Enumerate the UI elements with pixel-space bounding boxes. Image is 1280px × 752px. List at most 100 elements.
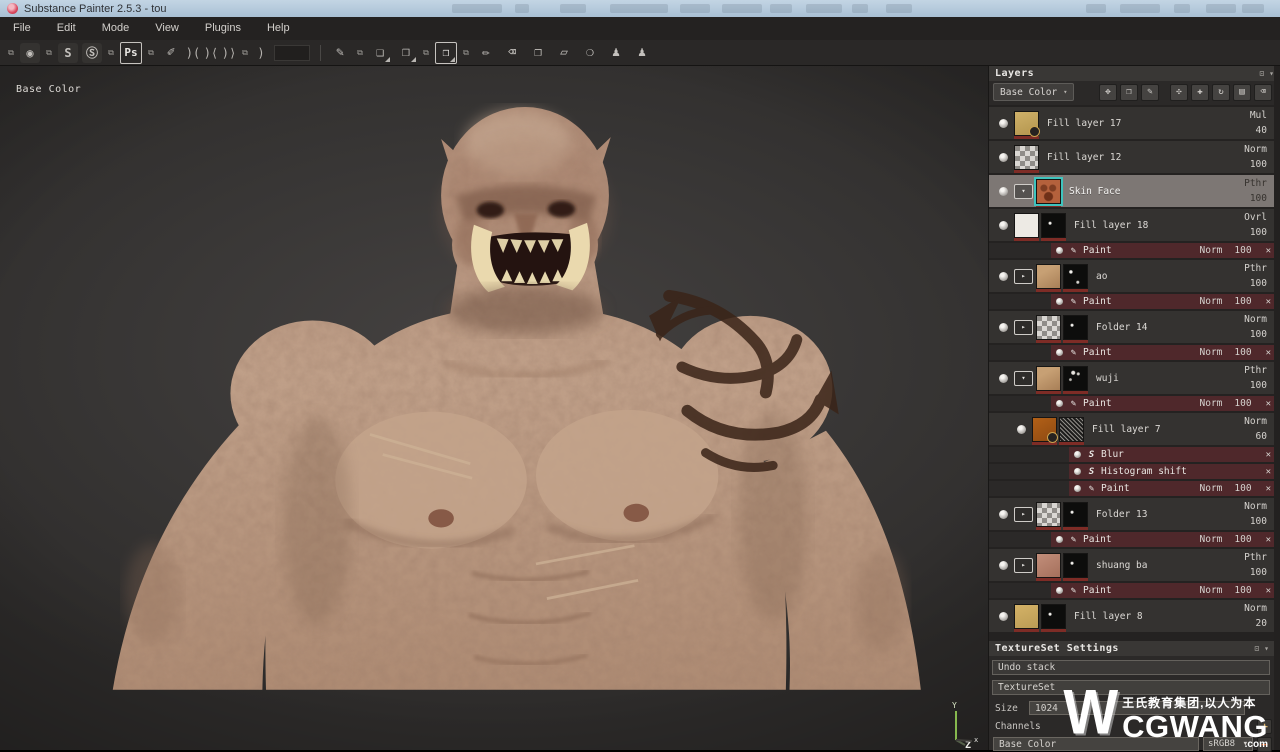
blend-opacity-column[interactable]: Mul 40	[1231, 107, 1275, 139]
layer-row-fill-layer-17[interactable]: Fill layer 17 Mul 40	[989, 107, 1275, 139]
value-field[interactable]	[274, 44, 310, 61]
eraser-tool-icon[interactable]: ⌫	[501, 43, 523, 63]
mask-thumbnail[interactable]	[1041, 603, 1066, 632]
perspective-camera-icon[interactable]: ❑	[369, 43, 391, 63]
menu-item-plugins[interactable]: Plugins	[192, 17, 254, 40]
effect-row-blur[interactable]: S Blur ✕	[1069, 447, 1275, 462]
titlebar[interactable]: Substance Painter 2.5.3 - tou	[0, 0, 1280, 17]
blend-opacity-column[interactable]: Norm 100	[1231, 141, 1275, 173]
mask-thumbnail[interactable]	[1063, 263, 1088, 292]
layer-thumbnail[interactable]	[1036, 552, 1061, 581]
blend-opacity-column[interactable]: Ovrl 100	[1231, 209, 1275, 241]
effect-row-paint[interactable]: ✎ Paint Norm 100 ✕	[1051, 532, 1275, 547]
material-picker-tool-icon[interactable]: ♟	[631, 43, 653, 63]
float-panel-icon[interactable]: ⊡	[1254, 644, 1259, 653]
mask-thumbnail[interactable]	[1063, 314, 1088, 343]
symmetry-icon-1[interactable]: )(	[185, 43, 201, 63]
stencil-icon[interactable]: )	[253, 43, 269, 63]
add-paint-layer-icon[interactable]: ✎	[1141, 83, 1159, 101]
float-panel-icon[interactable]: ⊡	[1259, 69, 1264, 78]
menu-item-edit[interactable]: Edit	[44, 17, 89, 40]
layer-row-fill-layer-18[interactable]: Fill layer 18 Ovrl 100	[989, 209, 1275, 241]
menu-item-file[interactable]: File	[0, 17, 44, 40]
blend-opacity-column[interactable]: Norm 100	[1231, 311, 1275, 343]
visibility-toggle[interactable]	[1074, 451, 1081, 458]
close-effect-icon[interactable]: ✕	[1266, 399, 1271, 409]
close-effect-icon[interactable]: ✕	[1266, 586, 1271, 596]
close-effect-icon[interactable]: ✕	[1266, 297, 1271, 307]
add-generator-icon[interactable]: ✚	[1191, 83, 1209, 101]
export-link-icon[interactable]: ⧉	[5, 47, 17, 59]
visibility-toggle[interactable]	[1074, 485, 1081, 492]
collapse-panel-icon[interactable]: ▾	[1264, 644, 1269, 653]
effect-row-paint[interactable]: ✎ Paint Norm 100 ✕	[1069, 481, 1275, 496]
visibility-toggle[interactable]	[999, 560, 1008, 570]
mask-thumbnail[interactable]	[1059, 416, 1084, 445]
layer-thumbnail[interactable]	[1014, 110, 1040, 139]
layer-thumbnail[interactable]	[1034, 176, 1063, 207]
blend-opacity-column[interactable]: Pthr 100	[1231, 175, 1275, 207]
mask-thumbnail[interactable]	[1063, 501, 1088, 530]
lazy-mouse-pen-icon[interactable]: ✐	[160, 43, 182, 63]
effect-row-paint[interactable]: ✎ Paint Norm 100 ✕	[1051, 243, 1275, 258]
clone-tool-icon[interactable]: ♟	[605, 43, 627, 63]
layer-thumbnail[interactable]	[1036, 314, 1061, 343]
add-fill-layer-icon[interactable]: ❒	[1120, 83, 1138, 101]
visibility-toggle[interactable]	[999, 373, 1008, 383]
visibility-toggle[interactable]	[999, 118, 1008, 128]
layer-row-ao[interactable]: ▸ ao Pthr 100	[989, 260, 1275, 292]
effect-row-paint[interactable]: ✎ Paint Norm 100 ✕	[1051, 345, 1275, 360]
paint-tool-icon[interactable]: ✏	[475, 43, 497, 63]
blend-opacity-column[interactable]: Norm 20	[1231, 600, 1275, 632]
viewport-3d[interactable]: Base Color Y Z x	[0, 66, 988, 750]
photoshop-export-icon[interactable]: Ps	[120, 41, 142, 64]
blend-opacity-column[interactable]: Norm 60	[1231, 413, 1275, 445]
visibility-toggle[interactable]	[1056, 587, 1063, 594]
visibility-toggle[interactable]	[999, 271, 1008, 281]
layer-thumbnail[interactable]	[1036, 365, 1061, 394]
add-effect-icon[interactable]: ↻	[1212, 83, 1230, 101]
visibility-toggle[interactable]	[999, 220, 1008, 230]
close-effect-icon[interactable]: ✕	[1266, 246, 1271, 256]
add-smart-material-icon[interactable]: ✣	[1170, 83, 1188, 101]
effect-row-paint[interactable]: ✎ Paint Norm 100 ✕	[1051, 583, 1275, 598]
layer-row-wuji[interactable]: ▾ wuji Pthr 100	[989, 362, 1275, 394]
undo-stack-button[interactable]: Undo stack	[992, 660, 1270, 675]
substance-source-icon[interactable]: Ⓢ	[82, 42, 102, 63]
layer-thumbnail[interactable]	[1014, 212, 1039, 241]
channel-dropdown[interactable]: Base Color ▾	[993, 83, 1075, 101]
effect-row-histogram-shift[interactable]: S Histogram shift ✕	[1069, 464, 1275, 479]
share-link-icon[interactable]: ⧉	[43, 47, 55, 59]
close-effect-icon[interactable]: ✕	[1266, 450, 1271, 460]
smudge-tool-icon[interactable]: ❍	[579, 43, 601, 63]
mask-thumbnail[interactable]	[1063, 552, 1088, 581]
symmetry-icon-2[interactable]: )⟨	[203, 43, 219, 63]
effect-row-paint[interactable]: ✎ Paint Norm 100 ✕	[1051, 396, 1275, 411]
layer-thumbnail[interactable]	[1032, 416, 1058, 445]
layer-row-fill-layer-8[interactable]: Fill layer 8 Norm 20	[989, 600, 1275, 632]
layer-row-fill-layer-12[interactable]: Fill layer 12 Norm 100	[989, 141, 1275, 173]
blend-opacity-column[interactable]: Pthr 100	[1231, 260, 1275, 292]
bracket-link-icon[interactable]: ⧉	[239, 47, 251, 59]
menu-item-help[interactable]: Help	[254, 17, 303, 40]
orc-model[interactable]	[0, 66, 988, 750]
visibility-toggle[interactable]	[1056, 349, 1063, 356]
projection-tool-icon[interactable]: ❐	[527, 43, 549, 63]
menu-item-view[interactable]: View	[142, 17, 192, 40]
close-effect-icon[interactable]: ✕	[1266, 484, 1271, 494]
photoshop-link-icon[interactable]: ⧉	[105, 47, 117, 59]
visibility-toggle[interactable]	[1056, 247, 1063, 254]
rotate-view-icon[interactable]: ❒	[435, 41, 457, 64]
blend-opacity-column[interactable]: Pthr 100	[1231, 549, 1275, 581]
visibility-toggle[interactable]	[1056, 400, 1063, 407]
layer-row-skin-face[interactable]: ▾ Skin Face Pthr 100	[989, 175, 1275, 207]
delete-layer-icon[interactable]: ⌫	[1254, 83, 1272, 101]
visibility-toggle[interactable]	[999, 152, 1008, 162]
close-effect-icon[interactable]: ✕	[1266, 467, 1271, 477]
orthographic-view-icon[interactable]: ❒	[395, 43, 417, 63]
visibility-toggle[interactable]	[1074, 468, 1081, 475]
panel-scrollbar[interactable]	[1274, 66, 1280, 750]
mask-thumbnail[interactable]	[1041, 212, 1066, 241]
layer-thumbnail[interactable]	[1036, 263, 1061, 292]
visibility-toggle[interactable]	[1056, 536, 1063, 543]
